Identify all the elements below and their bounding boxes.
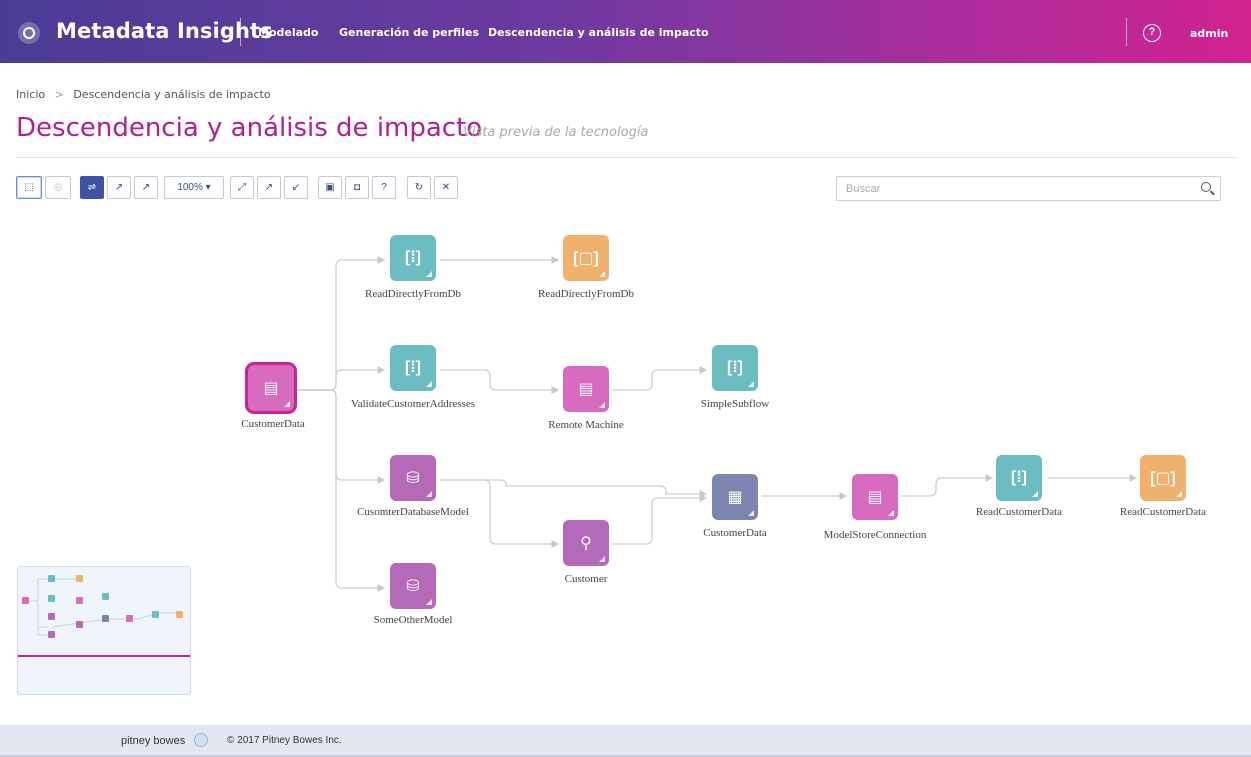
minimap-node xyxy=(176,611,183,618)
minimap-edges xyxy=(26,578,178,636)
dataflow-icon: [⁞] xyxy=(1011,469,1027,486)
node-simplesubflow[interactable]: [⁞] xyxy=(712,345,758,391)
chevron-right-icon: > xyxy=(54,88,64,101)
dataflow-icon: [⁞] xyxy=(727,359,743,376)
refresh-icon[interactable]: ↻ xyxy=(407,176,431,199)
close-icon[interactable]: ✕ xyxy=(434,176,458,199)
node-label: CustomerData xyxy=(241,418,305,430)
node-cusomterdatabasemodel[interactable]: ⛁ xyxy=(390,455,436,501)
minimap-node xyxy=(76,575,83,582)
page-subtitle: Vista previa de la tecnología xyxy=(463,125,649,140)
footer-brand: pitney bowes xyxy=(121,735,186,747)
help-icon[interactable]: ? xyxy=(1143,24,1161,42)
nav-generacion-perfiles[interactable]: Generación de perfiles xyxy=(339,26,479,39)
minimap-node xyxy=(48,613,55,620)
pitney-bowes-logo-icon xyxy=(194,733,208,747)
minimap-viewport-indicator[interactable] xyxy=(18,655,190,657)
page-title: Descendencia y análisis de impacto xyxy=(16,113,483,143)
minimap-node xyxy=(102,593,109,600)
database-icon: ⛁ xyxy=(406,578,420,595)
pitney-bowes-logo-icon xyxy=(18,22,40,44)
server-icon: ▤ xyxy=(578,381,594,398)
minimap-node xyxy=(22,597,29,604)
node-readcustomerdata-subflow[interactable]: [▢] xyxy=(1140,455,1186,501)
help-button[interactable]: ? xyxy=(372,176,396,199)
header-divider xyxy=(240,18,241,46)
nav-descendencia[interactable]: Descendencia y análisis de impacto xyxy=(488,26,709,39)
radio-icon[interactable]: ◎ xyxy=(45,176,71,199)
select-icon[interactable]: ⬚ xyxy=(16,176,42,199)
node-label: Customer xyxy=(564,573,608,585)
node-label: CustomerData xyxy=(703,527,767,539)
node-readcustomerdata-flow[interactable]: [⁞] xyxy=(996,455,1042,501)
server-icon: ▤ xyxy=(263,380,279,397)
node-label: SomeOtherModel xyxy=(373,614,453,626)
top-navigation-bar: Metadata Insights Modelado Generación de… xyxy=(0,0,1251,63)
node-label: SimpleSubflow xyxy=(700,398,770,410)
node-label: ValidateCustomerAddresses xyxy=(350,398,476,410)
breadcrumb-home[interactable]: Inicio xyxy=(16,88,45,101)
collapse-icon[interactable]: ↗ xyxy=(134,176,158,199)
node-label: ReadDirectlyFromDb xyxy=(365,288,461,300)
node-label: ModelStoreConnection xyxy=(823,529,927,541)
footer-copyright: © 2017 Pitney Bowes Inc. xyxy=(227,735,342,746)
minimap-node xyxy=(76,621,83,628)
camera-icon[interactable]: ◘ xyxy=(345,176,369,199)
node-label: ReadDirectlyFromDb xyxy=(538,288,634,300)
footer: pitney bowes © 2017 Pitney Bowes Inc. xyxy=(0,725,1251,757)
minimap-node xyxy=(76,597,83,604)
node-readdirectlyfromdb-flow[interactable]: [⁞] xyxy=(390,235,436,281)
subflow-icon: [▢] xyxy=(573,250,599,267)
node-remote-machine[interactable]: ▤ xyxy=(563,366,609,412)
node-someothermodel[interactable]: ⛁ xyxy=(390,563,436,609)
nav-modelado[interactable]: Modelado xyxy=(258,26,318,39)
expand-icon[interactable]: ↗ xyxy=(107,176,131,199)
minimap-node xyxy=(48,575,55,582)
database-icon: ⛁ xyxy=(406,470,420,487)
minimap-node xyxy=(102,615,109,622)
save-icon[interactable]: ▣ xyxy=(318,176,342,199)
node-label: Remote Machine xyxy=(548,419,624,431)
node-validatecustomeraddresses[interactable]: [⁞] xyxy=(390,345,436,391)
minimap-node xyxy=(126,615,133,622)
breadcrumb: Inicio > Descendencia y análisis de impa… xyxy=(16,88,271,101)
collapse-all-icon[interactable]: ↙ xyxy=(284,176,308,199)
dataflow-icon: [⁞] xyxy=(405,249,421,266)
node-readdirectlyfromdb-subflow[interactable]: [▢] xyxy=(563,235,609,281)
fit-icon[interactable]: ⤢ xyxy=(230,176,254,199)
graph-minimap[interactable] xyxy=(17,566,191,695)
search-box xyxy=(836,176,1221,201)
hierarchy-icon: ⚲ xyxy=(580,535,592,552)
minimap-node xyxy=(48,631,55,638)
divider xyxy=(16,157,1238,158)
folder-grid-icon: ▦ xyxy=(727,489,743,506)
header-divider xyxy=(1126,18,1127,46)
server-icon: ▤ xyxy=(867,489,883,506)
search-input[interactable] xyxy=(846,177,1186,200)
node-customerdata-source[interactable]: ▤ xyxy=(248,365,294,411)
node-modelstoreconnection[interactable]: ▤ xyxy=(852,474,898,520)
minimap-node xyxy=(152,611,159,618)
node-label: CusomterDatabaseModel xyxy=(357,506,469,518)
minimap-node xyxy=(48,595,55,602)
subflow-icon: [▢] xyxy=(1150,470,1176,487)
node-customerdata-folder[interactable]: ▦ xyxy=(712,474,758,520)
node-label: ReadCustomerData xyxy=(1119,506,1207,518)
dataflow-icon: [⁞] xyxy=(405,359,421,376)
zoom-select[interactable]: 100% ▾ xyxy=(164,176,224,199)
layout-icon[interactable]: ⇌ xyxy=(80,176,104,199)
search-icon[interactable] xyxy=(1201,182,1211,192)
node-label: ReadCustomerData xyxy=(975,506,1063,518)
user-menu[interactable]: admin xyxy=(1190,27,1228,40)
node-customer[interactable]: ⚲ xyxy=(563,520,609,566)
expand-all-icon[interactable]: ↗ xyxy=(257,176,281,199)
breadcrumb-current: Descendencia y análisis de impacto xyxy=(73,88,271,101)
